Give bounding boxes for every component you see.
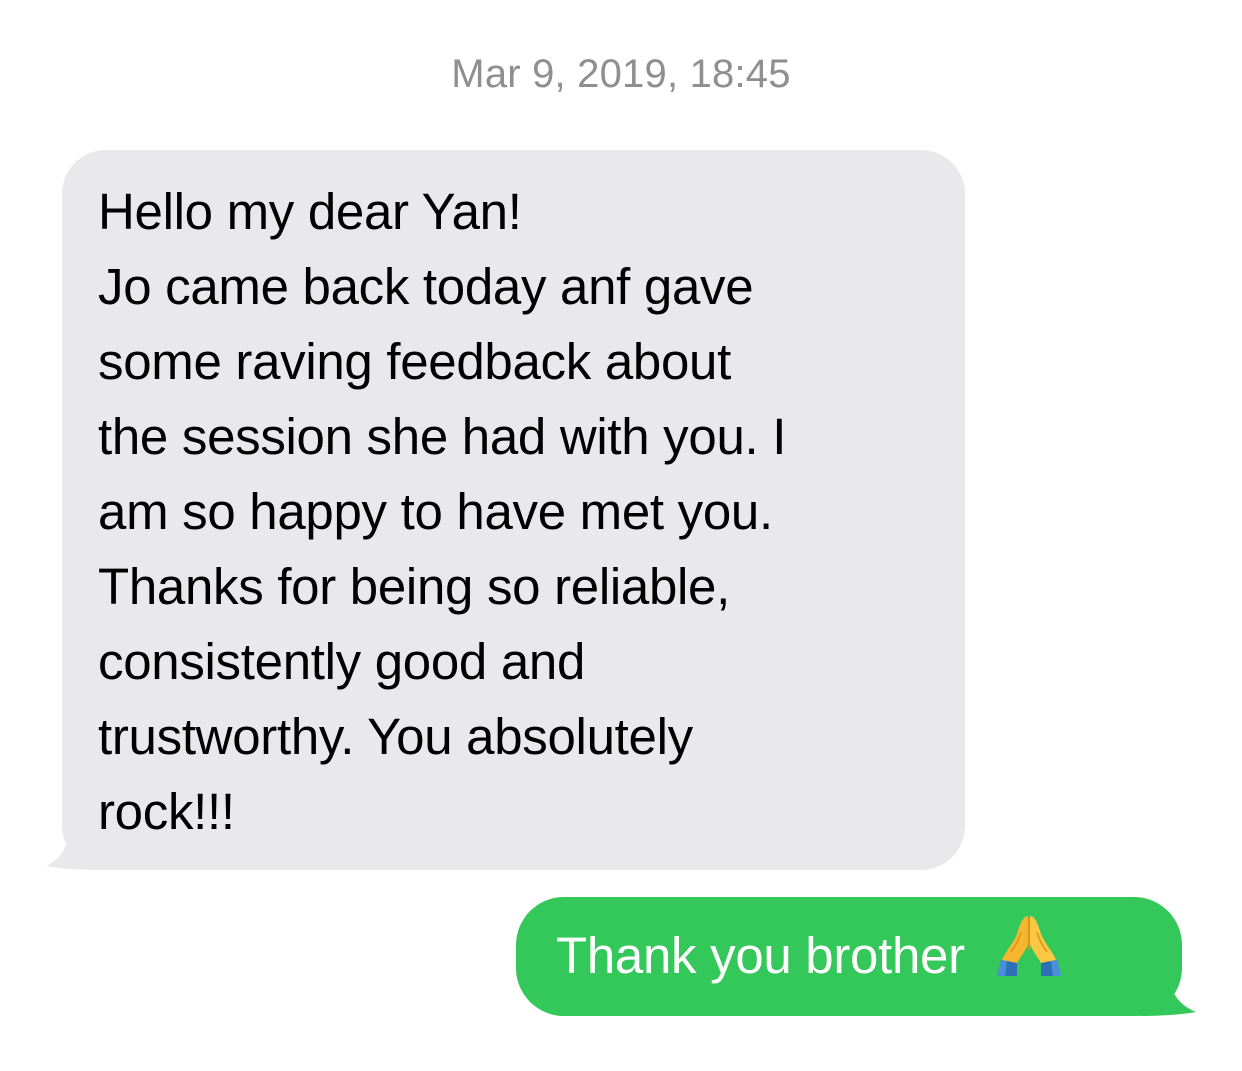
outgoing-message-bubble[interactable]: Thank you brother [516,897,1182,1016]
incoming-message-bubble[interactable]: Hello my dear Yan! Jo came back today an… [62,150,965,870]
message-line: am so happy to have met you. [98,483,773,540]
folded-hands-icon [993,910,1065,1000]
message-timestamp: Mar 9, 2019, 18:45 [451,52,791,96]
message-line: consistently good and [98,633,586,690]
outgoing-message-text: Thank you brother [556,927,965,984]
message-line: trustworthy. You absolutely [98,708,693,765]
message-line: some raving feedback about [98,333,731,390]
message-line: rock!!! [98,783,235,840]
message-line: Thanks for being so reliable, [98,558,730,615]
message-line: Hello my dear Yan! [98,183,522,240]
message-line: the session she had with you. I [98,408,787,465]
message-line: Jo came back today anf gave [98,258,754,315]
